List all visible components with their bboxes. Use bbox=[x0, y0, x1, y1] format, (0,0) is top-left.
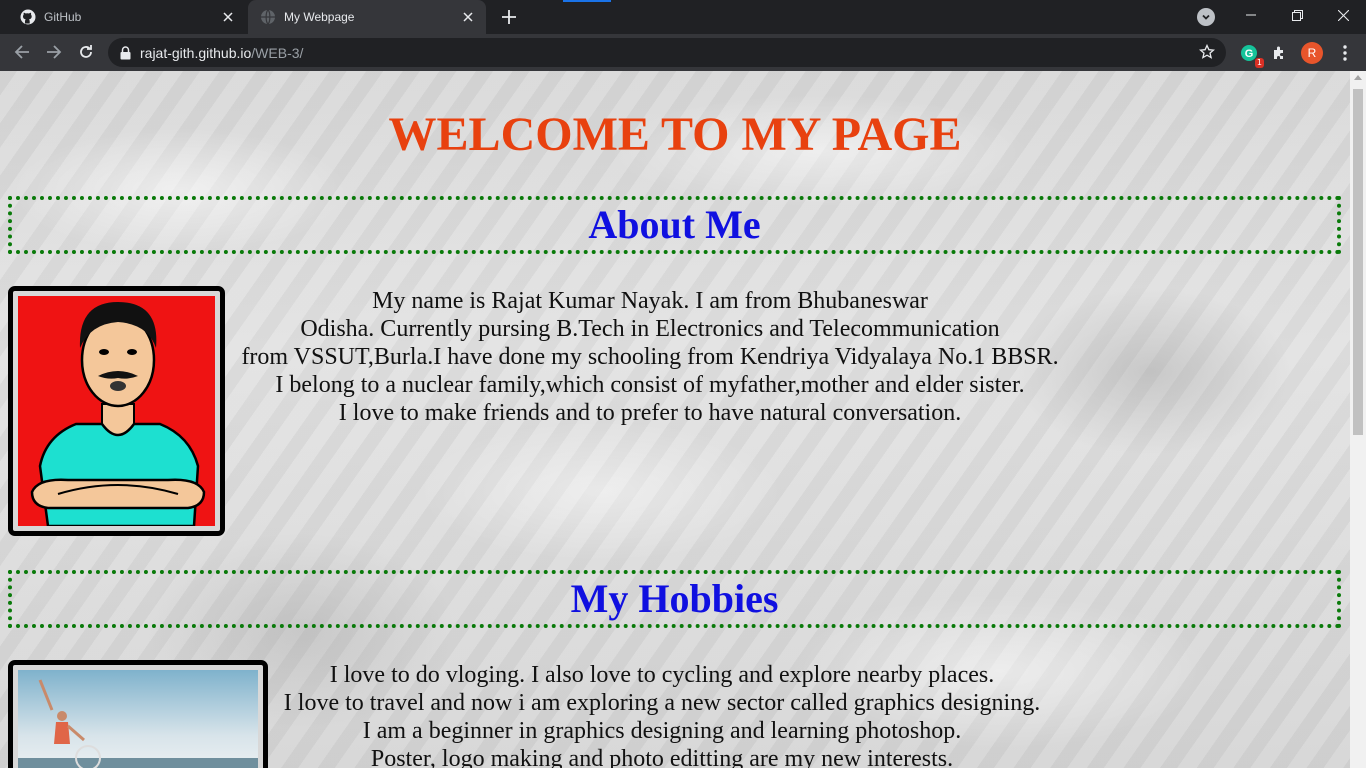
about-me-paragraph: My name is Rajat Kumar Nayak. I am from … bbox=[225, 287, 1075, 427]
close-window-button[interactable] bbox=[1320, 0, 1366, 30]
back-button[interactable] bbox=[8, 38, 36, 66]
page-scrollbar[interactable] bbox=[1350, 71, 1366, 768]
about-line: from VSSUT,Burla.I have done my schoolin… bbox=[241, 344, 1059, 370]
about-line: I love to make friends and to prefer to … bbox=[338, 400, 962, 426]
kebab-menu-icon[interactable] bbox=[1334, 42, 1356, 64]
forward-button[interactable] bbox=[40, 38, 68, 66]
address-bar[interactable]: rajat-gith.github.io/WEB-3/ bbox=[108, 38, 1226, 67]
close-tab-icon[interactable] bbox=[218, 7, 238, 27]
hobby-line: I love to do vloging. I also love to cyc… bbox=[329, 662, 995, 688]
tab-title: My Webpage bbox=[284, 10, 355, 24]
tab-github[interactable]: GitHub bbox=[8, 0, 246, 34]
grammarly-extension-icon[interactable]: G 1 bbox=[1238, 42, 1264, 68]
about-me-heading: About Me bbox=[8, 196, 1341, 254]
github-icon bbox=[20, 9, 36, 25]
url-path: /WEB-3/ bbox=[251, 44, 304, 61]
about-line: I belong to a nuclear family,which consi… bbox=[275, 372, 1025, 398]
browser-toolbar: rajat-gith.github.io/WEB-3/ G 1 R bbox=[0, 34, 1366, 71]
hobbies-paragraph: I love to do vloging. I also love to cyc… bbox=[268, 661, 1056, 768]
about-line: My name is Rajat Kumar Nayak. I am from … bbox=[372, 288, 928, 314]
close-tab-icon[interactable] bbox=[458, 7, 478, 27]
bookmark-star-icon[interactable] bbox=[1198, 43, 1216, 61]
lock-icon[interactable] bbox=[120, 45, 132, 60]
globe-icon bbox=[260, 9, 276, 25]
tab-strip: GitHub My Webpage bbox=[0, 0, 1366, 34]
scrollbar-thumb[interactable] bbox=[1353, 89, 1363, 435]
my-hobbies-heading: My Hobbies bbox=[8, 570, 1341, 628]
minimize-button[interactable] bbox=[1228, 0, 1274, 30]
page-viewport: WELCOME TO MY PAGE About Me My name is R… bbox=[0, 71, 1350, 768]
tab-my-webpage[interactable]: My Webpage bbox=[248, 0, 486, 34]
page-title: WELCOME TO MY PAGE bbox=[388, 108, 962, 161]
tab-title: GitHub bbox=[44, 10, 82, 24]
reload-button[interactable] bbox=[72, 38, 100, 66]
extensions-puzzle-icon[interactable] bbox=[1268, 42, 1290, 64]
url-host: rajat-gith.github.io bbox=[140, 44, 252, 61]
hobby-line: I am a beginner in graphics designing an… bbox=[362, 718, 962, 744]
restore-button[interactable] bbox=[1274, 0, 1320, 30]
new-tab-button[interactable] bbox=[498, 6, 520, 28]
tab-search-icon[interactable] bbox=[1197, 8, 1215, 26]
about-line: Odisha. Currently pursing B.Tech in Elec… bbox=[300, 316, 1000, 342]
extension-badge: 1 bbox=[1254, 58, 1264, 68]
hobby-cycling-image bbox=[8, 660, 268, 768]
svg-text:G: G bbox=[1245, 48, 1254, 60]
hobby-line: I love to travel and now i am exploring … bbox=[283, 690, 1041, 716]
hobby-line: Poster, logo making and photo editting a… bbox=[370, 746, 954, 768]
scroll-up-arrow-icon[interactable] bbox=[1354, 75, 1362, 80]
profile-cartoon-image bbox=[8, 286, 225, 536]
tab-group-indicator bbox=[563, 0, 611, 2]
profile-avatar[interactable]: R bbox=[1301, 42, 1323, 64]
